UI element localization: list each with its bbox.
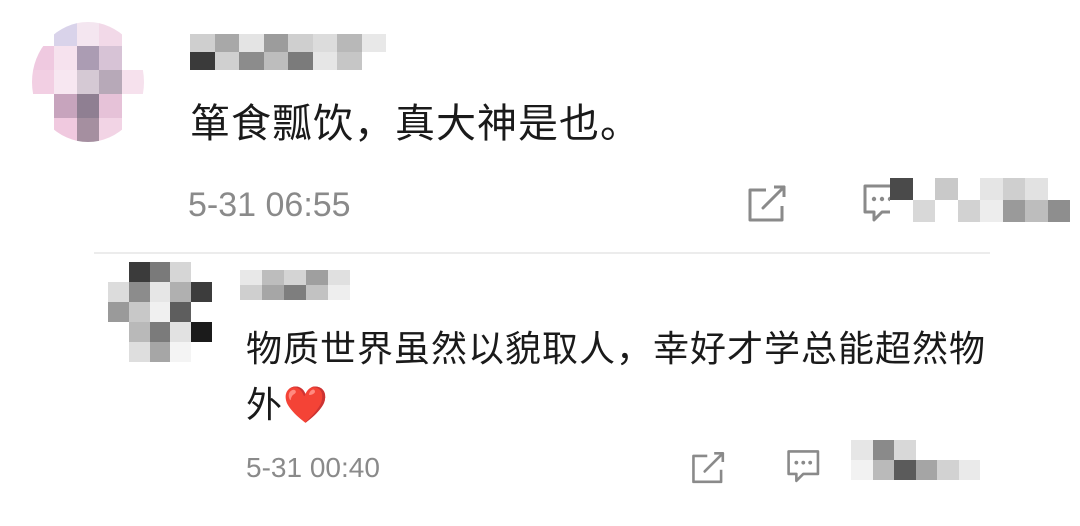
comment-body: 物质世界虽然以貌取人，幸好才学总能超然物外: [246, 329, 987, 426]
heart-emoji: ❤️: [283, 385, 329, 426]
avatar[interactable]: [32, 22, 144, 142]
share-edit-icon[interactable]: [746, 184, 790, 224]
share-edit-icon[interactable]: [690, 450, 728, 486]
comment-timestamp: 5-31 06:55: [188, 186, 351, 224]
avatar[interactable]: [108, 262, 212, 362]
username-blurred[interactable]: [240, 270, 350, 300]
username-blurred[interactable]: [190, 34, 386, 70]
reply-count-blurred[interactable]: [830, 440, 980, 480]
reply-count-blurred[interactable]: [890, 178, 1070, 222]
divider: [94, 252, 990, 254]
comment-text: 箪食瓢饮，真大神是也。: [190, 101, 641, 147]
comment-reply-icon[interactable]: [786, 448, 824, 486]
comment-text: 物质世界虽然以貌取人，幸好才学总能超然物外❤️: [246, 322, 1006, 434]
comment-timestamp: 5-31 00:40: [246, 452, 380, 483]
